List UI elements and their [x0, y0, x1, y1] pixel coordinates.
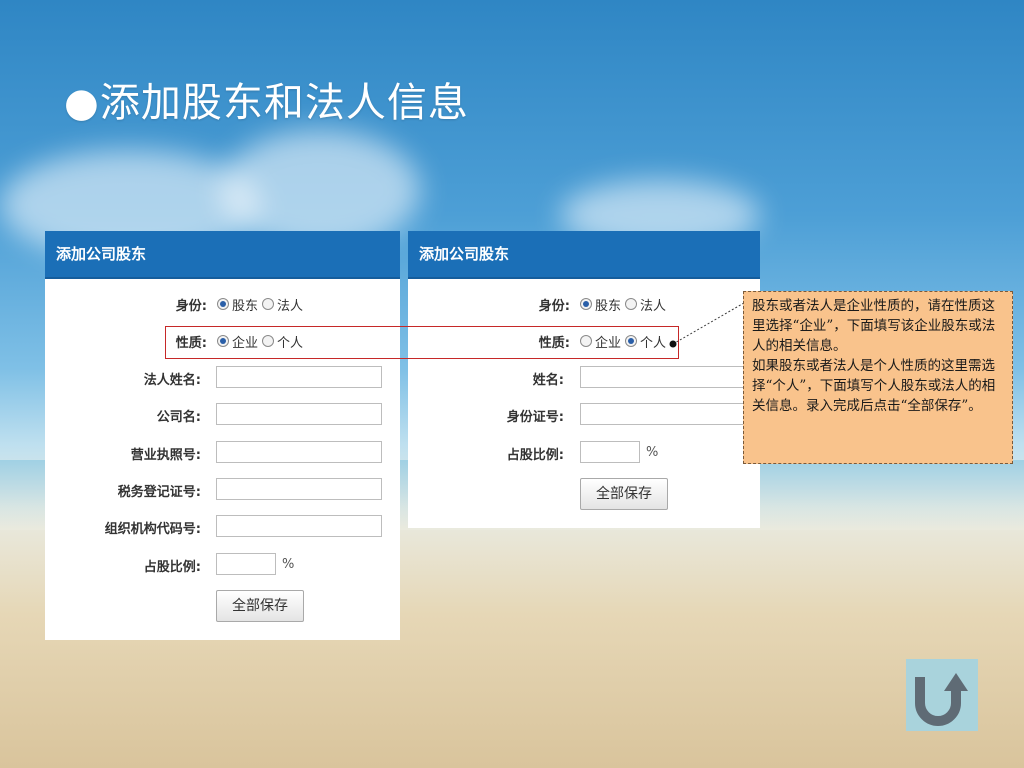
back-button[interactable] — [906, 659, 978, 731]
annotation-note: 股东或者法人是企业性质的，请在性质这里选择“企业”，下面填写该企业股东或法人的相… — [743, 291, 1013, 464]
return-arrow-icon — [915, 673, 968, 726]
note-text-enterprise: 股东或者法人是企业性质的，请在性质这里选择“企业”，下面填写该企业股东或法人的相… — [752, 298, 996, 354]
note-text-individual: 如果股东或者法人是个人性质的这里需选择“个人”，下面填写个人股东或法人的相关信息… — [752, 358, 996, 414]
